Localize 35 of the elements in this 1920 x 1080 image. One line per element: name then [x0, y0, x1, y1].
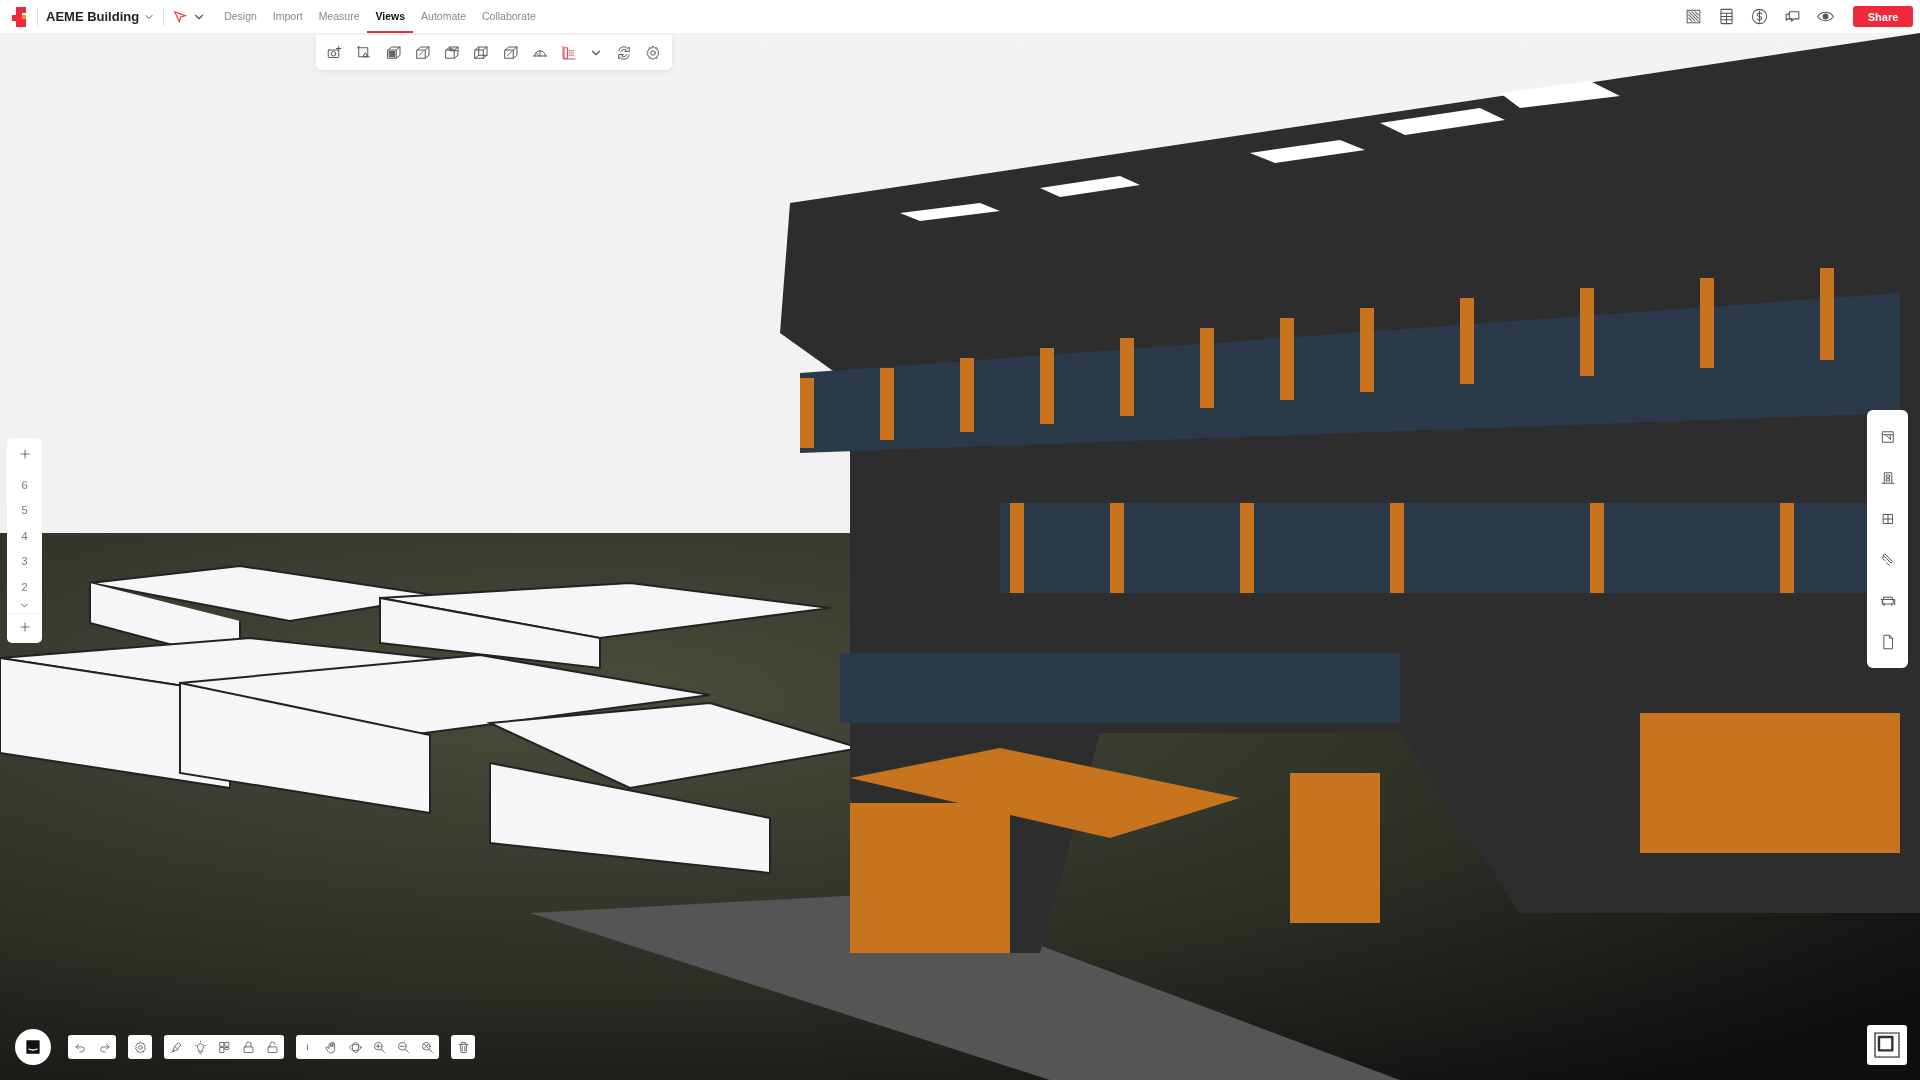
light-bulb-icon[interactable]	[192, 1039, 208, 1055]
menu-tab[interactable]: Import	[264, 0, 311, 33]
unlock-icon[interactable]	[264, 1039, 280, 1055]
orbit-icon[interactable]	[348, 1039, 364, 1055]
level-button[interactable]: 4	[7, 523, 42, 549]
cube-icon[interactable]	[443, 43, 462, 62]
menu-tab[interactable]: Design	[216, 0, 265, 33]
zoom-out-icon[interactable]	[395, 1039, 411, 1055]
project-name-dropdown[interactable]: AEME Building	[46, 9, 156, 24]
level-button[interactable]: 2	[7, 574, 42, 600]
share-button[interactable]: Share	[1853, 6, 1913, 27]
level-button[interactable]: 5	[7, 497, 42, 523]
zoom-in-icon[interactable]	[371, 1039, 387, 1055]
pen-icon[interactable]	[168, 1039, 184, 1055]
minimap-icon[interactable]	[1871, 1029, 1903, 1061]
menu-tab[interactable]: Views	[367, 0, 414, 33]
level-button[interactable]: 6	[7, 472, 42, 498]
menu-tab[interactable]: Measure	[310, 0, 368, 33]
floor-plan-icon[interactable]	[1684, 7, 1703, 26]
menu-tab[interactable]: Automate	[413, 0, 474, 33]
cube-icon[interactable]	[501, 43, 520, 62]
dollar-icon[interactable]	[1750, 7, 1769, 26]
settings-icon[interactable]	[132, 1039, 148, 1055]
spreadsheet-icon[interactable]	[1717, 7, 1736, 26]
wireframe-cube-icon[interactable]	[472, 43, 491, 62]
lock-icon[interactable]	[240, 1039, 256, 1055]
cube-icon[interactable]	[384, 43, 403, 62]
app-logo-icon[interactable]	[12, 6, 29, 27]
level-button[interactable]: 3	[7, 548, 42, 574]
cube-icon[interactable]	[413, 43, 432, 62]
zoom-extents-icon[interactable]	[419, 1039, 435, 1055]
menu-tab[interactable]: Collaborate	[474, 0, 544, 33]
cursor-icon[interactable]	[172, 8, 189, 25]
blocks-icon[interactable]	[216, 1039, 232, 1055]
settings-icon[interactable]	[643, 43, 662, 62]
